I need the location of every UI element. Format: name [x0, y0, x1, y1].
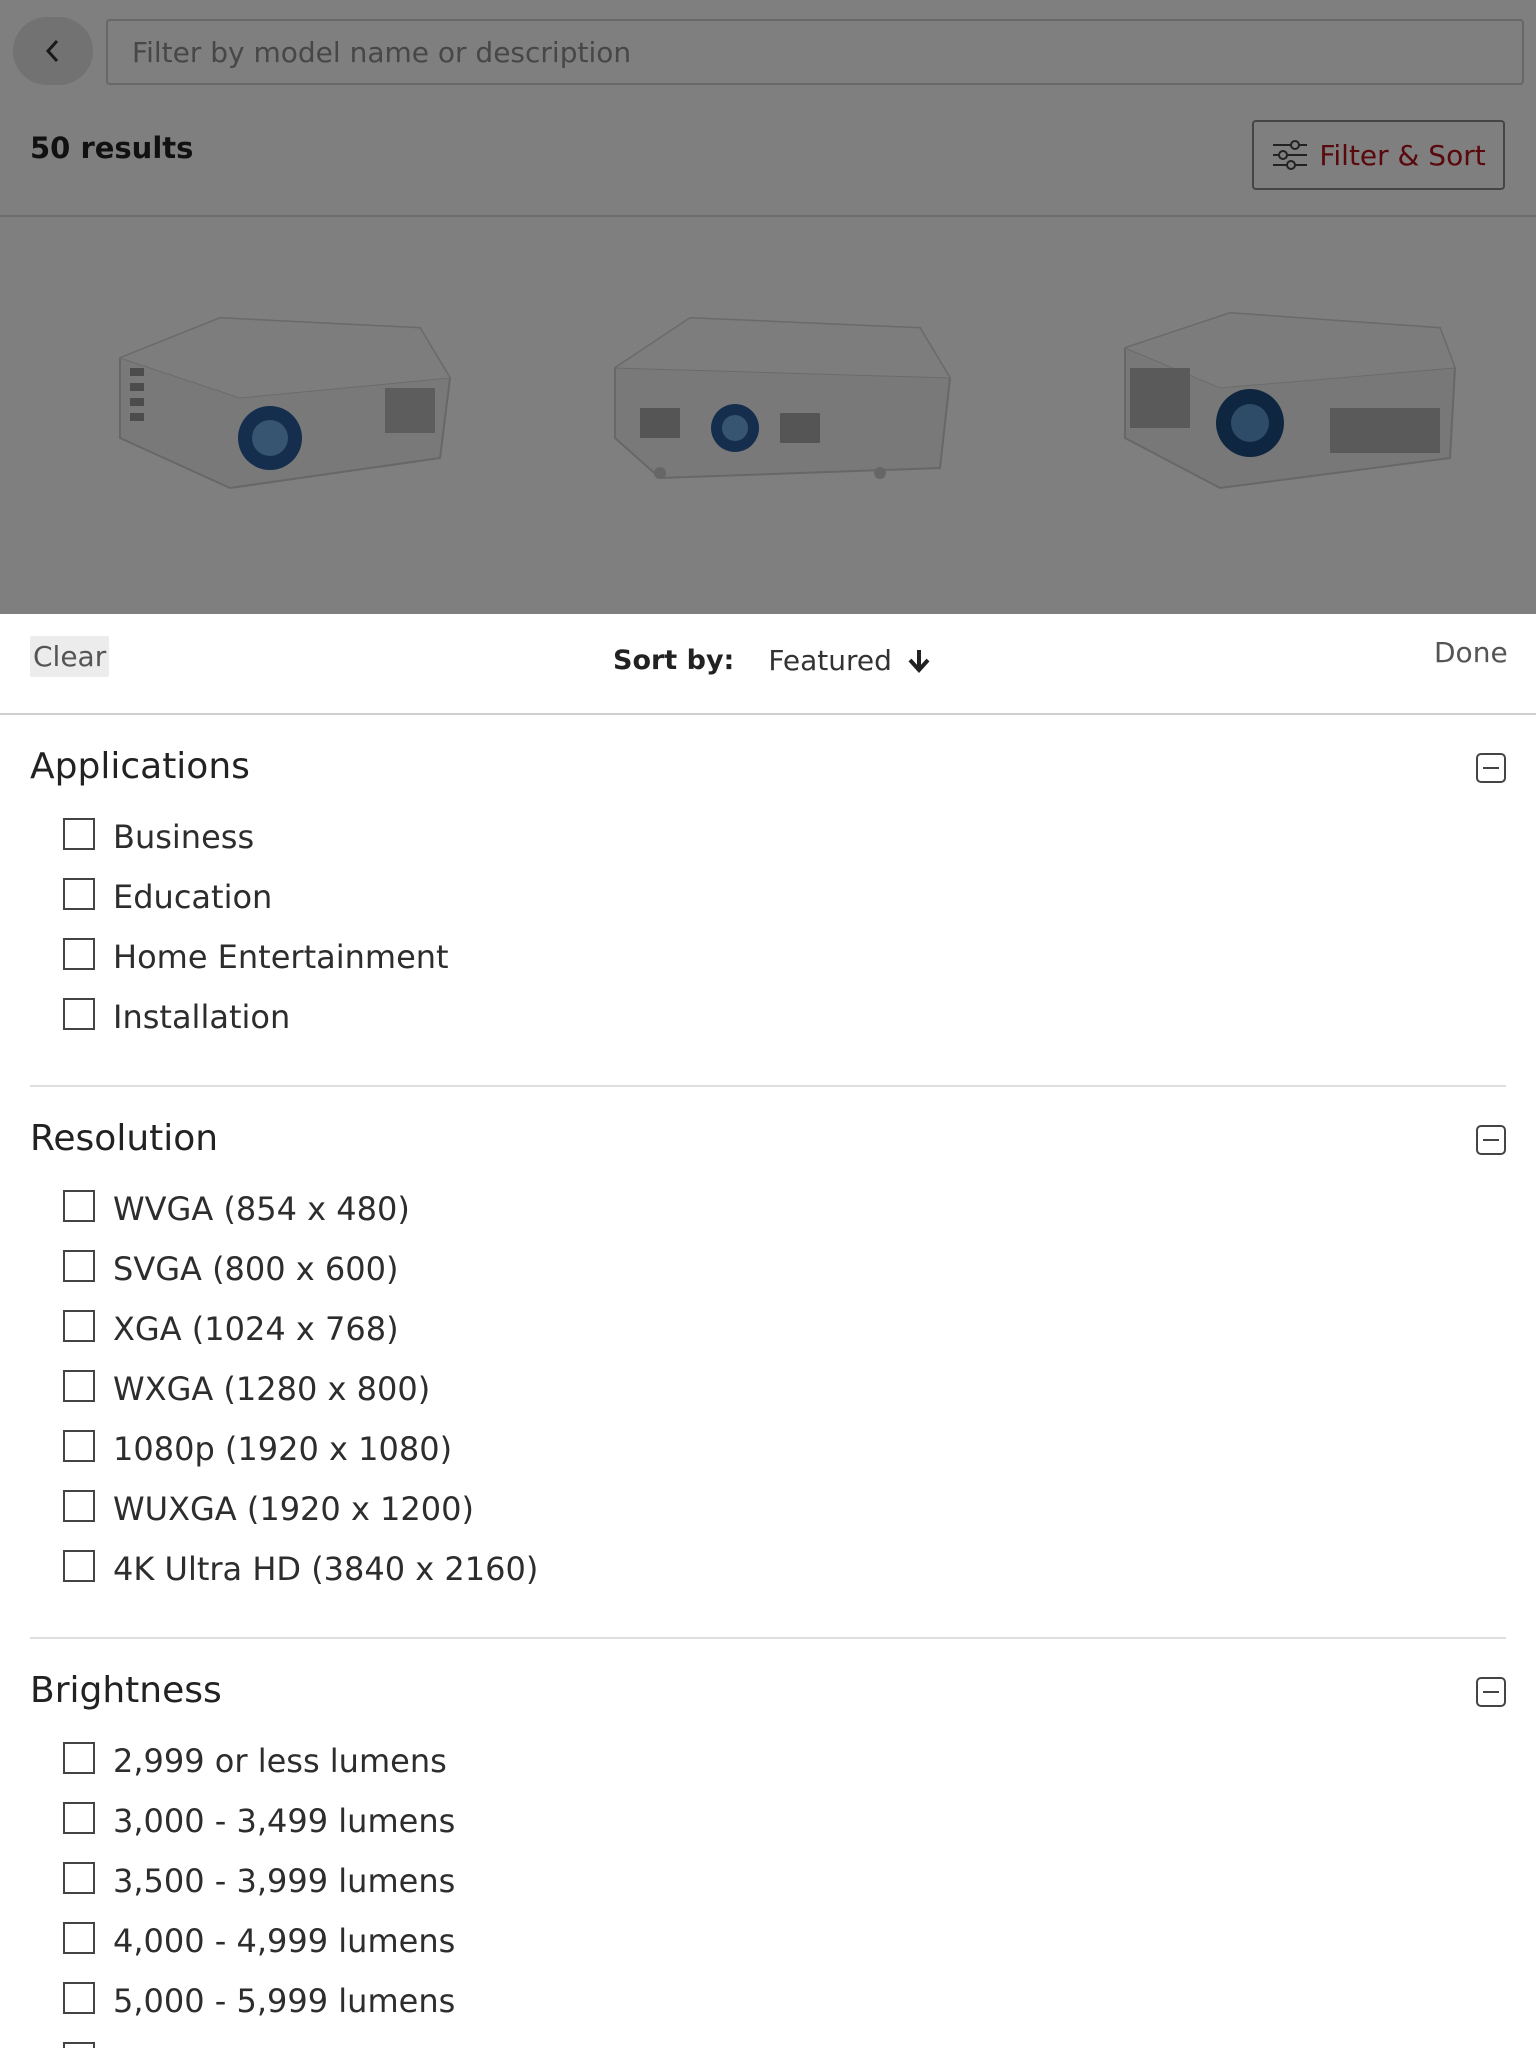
option-label: 3,500 - 3,999 lumens [113, 1862, 456, 1900]
sort-label: Sort by: [613, 645, 735, 676]
filter-option[interactable]: Education [63, 867, 1506, 927]
sheet-header: Clear Sort by: Featured Done [0, 614, 1536, 715]
clear-button[interactable]: Clear [30, 636, 110, 677]
option-label: XGA (1024 x 768) [113, 1310, 399, 1348]
checkbox[interactable] [63, 1430, 95, 1462]
option-label: WXGA (1280 x 800) [113, 1370, 431, 1408]
checkbox[interactable] [63, 1922, 95, 1954]
filter-option[interactable]: 1080p (1920 x 1080) [63, 1419, 1506, 1479]
option-label: Education [113, 878, 273, 916]
collapse-icon[interactable] [1476, 753, 1506, 783]
filter-option[interactable]: WUXGA (1920 x 1200) [63, 1479, 1506, 1539]
checkbox[interactable] [63, 1190, 95, 1222]
modal-overlay[interactable] [0, 0, 1536, 614]
filter-section-resolution: Resolution WVGA (854 x 480) SVGA (800 x … [30, 1087, 1506, 1639]
filter-option[interactable]: 2,999 or less lumens [63, 1731, 1506, 1791]
arrow-down-icon[interactable] [906, 647, 932, 675]
sort-value[interactable]: Featured [768, 644, 892, 677]
checkbox[interactable] [63, 1802, 95, 1834]
filter-option[interactable]: Home Entertainment [63, 927, 1506, 987]
option-label: WVGA (854 x 480) [113, 1190, 410, 1228]
filter-option[interactable]: SVGA (800 x 600) [63, 1239, 1506, 1299]
filter-option[interactable]: XGA (1024 x 768) [63, 1299, 1506, 1359]
checkbox[interactable] [63, 1370, 95, 1402]
option-label: Business [113, 818, 255, 856]
option-label: Home Entertainment [113, 938, 449, 976]
option-label: 1080p (1920 x 1080) [113, 1430, 453, 1468]
checkbox[interactable] [63, 1490, 95, 1522]
filter-option[interactable]: WVGA (854 x 480) [63, 1179, 1506, 1239]
filter-option[interactable]: 4K Ultra HD (3840 x 2160) [63, 1539, 1506, 1599]
option-label: 5,000 - 5,999 lumens [113, 1982, 456, 2020]
option-label: WUXGA (1920 x 1200) [113, 1490, 474, 1528]
section-title: Brightness [30, 1670, 222, 1711]
collapse-icon[interactable] [1476, 1125, 1506, 1155]
done-button[interactable]: Done [1434, 636, 1508, 669]
section-title: Applications [30, 746, 250, 787]
option-label: 2,999 or less lumens [113, 1742, 447, 1780]
collapse-icon[interactable] [1476, 1677, 1506, 1707]
filter-section-applications: Applications Business Education Home Ent… [30, 715, 1506, 1087]
filter-option[interactable]: Business [63, 807, 1506, 867]
sort-control[interactable]: Sort by: Featured [613, 644, 932, 677]
checkbox[interactable] [63, 818, 95, 850]
checkbox[interactable] [63, 1550, 95, 1582]
filter-option[interactable] [63, 2031, 1506, 2048]
checkbox[interactable] [63, 1742, 95, 1774]
checkbox[interactable] [63, 878, 95, 910]
checkbox[interactable] [63, 1310, 95, 1342]
option-label: Installation [113, 998, 291, 1036]
option-label: SVGA (800 x 600) [113, 1250, 399, 1288]
filter-option[interactable]: 3,500 - 3,999 lumens [63, 1851, 1506, 1911]
filter-option[interactable]: 3,000 - 3,499 lumens [63, 1791, 1506, 1851]
filter-sort-sheet: Clear Sort by: Featured Done Application… [0, 614, 1536, 2048]
checkbox[interactable] [63, 1250, 95, 1282]
checkbox[interactable] [63, 1982, 95, 2014]
filter-option[interactable]: 4,000 - 4,999 lumens [63, 1911, 1506, 1971]
filter-option[interactable]: 5,000 - 5,999 lumens [63, 1971, 1506, 2031]
checkbox[interactable] [63, 1862, 95, 1894]
section-title: Resolution [30, 1118, 219, 1159]
checkbox[interactable] [63, 998, 95, 1030]
checkbox[interactable] [63, 938, 95, 970]
option-label: 3,000 - 3,499 lumens [113, 1802, 456, 1840]
filter-option[interactable]: Installation [63, 987, 1506, 1047]
checkbox[interactable] [63, 2042, 95, 2048]
filter-section-brightness: Brightness 2,999 or less lumens 3,000 - … [30, 1639, 1506, 2048]
filter-option[interactable]: WXGA (1280 x 800) [63, 1359, 1506, 1419]
option-label: 4,000 - 4,999 lumens [113, 1922, 456, 1960]
option-label: 4K Ultra HD (3840 x 2160) [113, 1550, 539, 1588]
